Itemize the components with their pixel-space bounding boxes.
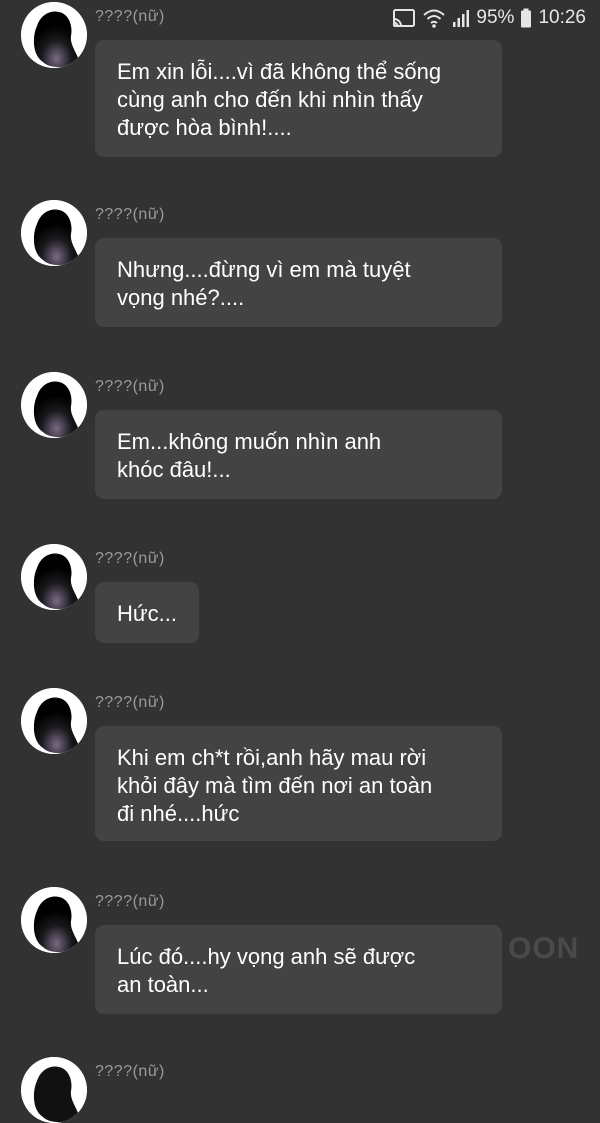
avatar[interactable]	[21, 544, 87, 610]
wifi-icon	[422, 8, 446, 28]
message-bubble[interactable]: Nhưng....đừng vì em mà tuyệt vọng nhé?..…	[95, 238, 502, 327]
message-bubble[interactable]: Lúc đó....hy vọng anh sẽ được an toàn...	[95, 925, 502, 1014]
avatar[interactable]	[21, 372, 87, 438]
status-bar: 95% 10:26	[392, 0, 600, 36]
message-bubble[interactable]: Em xin lỗi....vì đã không thể sống cùng …	[95, 40, 502, 157]
message-bubble[interactable]: Hức...	[95, 582, 199, 643]
sender-name: ????(nữ)	[95, 8, 165, 25]
sender-name: ????(nữ)	[95, 378, 165, 395]
sender-name: ????(nữ)	[95, 694, 165, 711]
avatar[interactable]	[21, 688, 87, 754]
sender-name: ????(nữ)	[95, 893, 165, 910]
battery-icon	[520, 8, 532, 28]
message-bubble[interactable]: Khi em ch*t rồi,anh hãy mau rời khỏi đây…	[95, 726, 502, 841]
message-bubble[interactable]: Em...không muốn nhìn anh khóc đâu!...	[95, 410, 502, 499]
sender-name: ????(nữ)	[95, 550, 165, 567]
watermark-logo: OON	[508, 932, 580, 965]
cast-icon	[392, 8, 416, 28]
avatar[interactable]	[21, 200, 87, 266]
clock: 10:26	[538, 7, 586, 28]
battery-percent: 95%	[476, 7, 515, 28]
sender-name: ????(nữ)	[95, 206, 165, 223]
avatar[interactable]	[21, 2, 87, 68]
signal-icon	[452, 8, 470, 28]
sender-name: ????(nữ)	[95, 1063, 165, 1080]
avatar[interactable]	[21, 887, 87, 953]
